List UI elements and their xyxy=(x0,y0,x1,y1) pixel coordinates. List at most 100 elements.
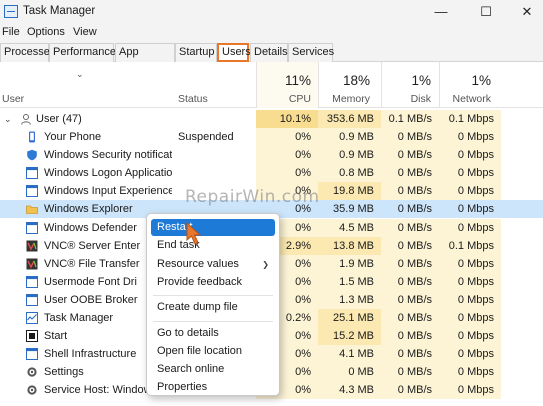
menu-options[interactable]: Options xyxy=(27,26,65,38)
menu-file[interactable]: File xyxy=(2,26,20,38)
submenu-chevron-icon: ❯ xyxy=(262,259,269,269)
process-network: 0 Mbps xyxy=(457,185,494,198)
process-memory: 19.8 MB xyxy=(333,185,374,198)
process-disk: 0 MB/s xyxy=(397,221,432,234)
menu-item-search-online[interactable]: Search online xyxy=(151,361,275,378)
menu-item-restart[interactable]: Restart xyxy=(151,219,275,236)
process-memory: 4.1 MB xyxy=(339,348,374,361)
process-name: Windows Security notificat... xyxy=(44,149,172,162)
tab-startup[interactable]: Startup xyxy=(175,43,217,62)
process-network: 0 Mbps xyxy=(457,384,494,397)
process-memory: 1.3 MB xyxy=(339,293,374,306)
process-disk: 0 MB/s xyxy=(397,330,432,343)
process-memory: 25.1 MB xyxy=(333,312,374,324)
process-network: 0 Mbps xyxy=(457,312,494,324)
process-row-windows-security-notificat[interactable]: Windows Security notificat... 0% 0.9 MB 0 M… xyxy=(0,146,543,165)
process-disk: 0 MB/s xyxy=(397,185,432,198)
process-network: 0 Mbps xyxy=(457,330,494,343)
menu-item-label: Open file location xyxy=(157,344,242,357)
process-cpu: 0% xyxy=(295,149,311,162)
tab-services[interactable]: Services xyxy=(288,43,334,62)
menu-item-end-task[interactable]: End task xyxy=(151,237,275,254)
process-network: 0 Mbps xyxy=(457,221,494,234)
menu-item-provide-feedback[interactable]: Provide feedback xyxy=(151,274,275,291)
gear-icon xyxy=(27,385,37,395)
user-group-row[interactable]: ⌄ User (47) 10.1% 353.6 MB 0.1 MB/s 0.1 … xyxy=(0,110,543,128)
process-status xyxy=(178,164,258,182)
menu-item-label: Search online xyxy=(157,363,225,376)
your-phone-icon xyxy=(29,131,35,143)
minimize-button[interactable]: — xyxy=(427,2,455,22)
process-network: 0 Mbps xyxy=(457,167,494,180)
menu-separator xyxy=(153,320,273,322)
window-icon xyxy=(26,167,38,180)
process-memory: 4.3 MB xyxy=(339,384,374,397)
process-status xyxy=(178,182,258,200)
disk-column-label: Disk xyxy=(410,93,431,105)
window-icon xyxy=(26,293,38,306)
process-memory: 0.9 MB xyxy=(339,131,374,143)
process-disk: 0 MB/s xyxy=(397,203,432,216)
process-status xyxy=(178,146,258,164)
process-memory: 15.2 MB xyxy=(333,330,374,343)
menu-view[interactable]: View xyxy=(73,26,97,38)
process-memory: 4.5 MB xyxy=(339,221,374,234)
tab-bar: Processes Performance App history Startu… xyxy=(0,42,543,75)
menu-item-label: Resource values xyxy=(157,257,239,270)
tab-app-history[interactable]: App history xyxy=(115,43,175,75)
user-group-cpu: 10.1% xyxy=(279,113,311,125)
cpu-total-percent: 11% xyxy=(284,73,311,88)
network-column-label: Network xyxy=(452,93,491,105)
process-network: 0 Mbps xyxy=(457,293,494,306)
process-memory: 0.9 MB xyxy=(339,149,374,162)
process-disk: 0 MB/s xyxy=(397,257,432,270)
process-memory: 13.8 MB xyxy=(333,239,374,252)
task-manager-app-icon xyxy=(4,5,18,18)
menu-item-label: Provide feedback xyxy=(157,275,242,288)
process-row-windows-input-experience[interactable]: Windows Input Experience 0% 19.8 MB 0 MB/s 0… xyxy=(0,182,543,201)
maximize-button[interactable]: ☐ xyxy=(472,2,500,22)
process-memory: 0 MB xyxy=(348,366,374,379)
folder-icon xyxy=(26,205,38,215)
user-column-label[interactable]: User xyxy=(2,93,24,105)
process-memory: 35.9 MB xyxy=(333,203,374,216)
process-disk: 0 MB/s xyxy=(397,275,432,288)
process-name: Windows Logon Application xyxy=(44,167,172,180)
tab-users[interactable]: Users xyxy=(217,43,251,62)
process-network: 0 Mbps xyxy=(457,366,494,379)
process-row-windows-logon-application[interactable]: Windows Logon Application 0% 0.8 MB 0 MB/s 0… xyxy=(0,164,543,183)
window-icon xyxy=(26,275,38,288)
menu-item-properties[interactable]: Properties xyxy=(151,379,275,396)
process-disk: 0 MB/s xyxy=(397,167,432,180)
menu-item-go-to-details[interactable]: Go to details xyxy=(151,325,275,342)
process-cpu: 0% xyxy=(295,185,311,198)
window-icon xyxy=(26,185,38,198)
pointer-arrow-icon xyxy=(186,221,202,245)
user-icon xyxy=(21,114,31,125)
menu-item-create-dump-file[interactable]: Create dump file xyxy=(151,299,275,316)
menu-item-label: Properties xyxy=(157,381,208,394)
tab-processes[interactable]: Processes xyxy=(0,43,55,62)
process-disk: 0 MB/s xyxy=(397,348,432,361)
gear-icon xyxy=(27,367,37,377)
collapse-chevron-icon[interactable]: ⌄ xyxy=(4,110,14,128)
menu-item-resource-values[interactable]: Resource values ❯ xyxy=(151,256,275,273)
menu-item-open-file-location[interactable]: Open file location xyxy=(151,343,275,360)
tab-details[interactable]: Details xyxy=(250,43,288,62)
status-column-label[interactable]: Status xyxy=(178,93,208,105)
process-name: Your Phone xyxy=(44,131,102,143)
process-disk: 0 MB/s xyxy=(397,312,432,324)
process-memory: 0.8 MB xyxy=(339,167,374,180)
process-row-your-phone[interactable]: Your Phone Suspended 0% 0.9 MB 0 MB/s 0 Mbps xyxy=(0,128,543,146)
sort-chevron-icon[interactable]: ⌄ xyxy=(76,69,84,80)
vnc-icon xyxy=(26,258,38,270)
process-disk: 0 MB/s xyxy=(397,239,432,252)
process-cpu: 0% xyxy=(295,131,311,143)
process-name: Windows Input Experience xyxy=(44,185,172,198)
user-group-network: 0.1 Mbps xyxy=(448,113,494,125)
menu-item-label: Create dump file xyxy=(157,301,238,314)
user-group-label: User (47) xyxy=(36,113,82,125)
tab-performance[interactable]: Performance xyxy=(49,43,116,62)
window-title: Task Manager xyxy=(23,5,96,17)
close-button[interactable]: ✕ xyxy=(513,2,541,22)
